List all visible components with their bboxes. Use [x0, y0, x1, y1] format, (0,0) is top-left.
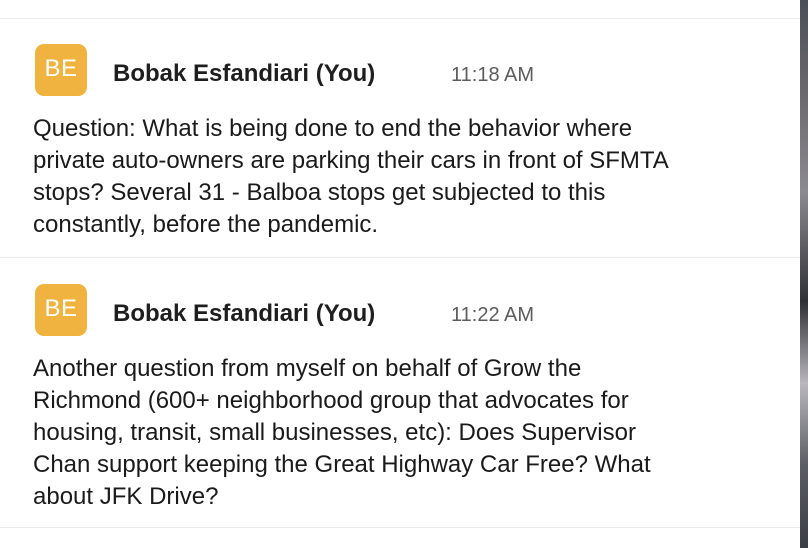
message-line: stops? Several 31 - Balboa stops get sub… [33, 179, 606, 206]
message-line: about JFK Drive? [33, 483, 219, 510]
message-divider [0, 257, 800, 258]
message-line: Chan support keeping the Great Highway C… [33, 451, 651, 478]
message-line: Richmond (600+ neighborhood group that a… [33, 387, 629, 414]
message-timestamp: 11:22 AM [451, 304, 535, 326]
message-text: Another question from myself on behalf o… [33, 353, 773, 513]
message-divider [0, 18, 800, 19]
message-line: Question: What is being done to end the … [33, 115, 633, 142]
avatar: BE [35, 44, 87, 96]
message-text: Question: What is being done to end the … [33, 113, 773, 241]
message-line: constantly, before the pandemic. [33, 211, 379, 238]
message-line: private auto-owners are parking their ca… [33, 147, 669, 174]
sender-name: Bobak Esfandiari (You) [113, 60, 376, 87]
avatar: BE [35, 284, 87, 336]
sender-name: Bobak Esfandiari (You) [113, 300, 376, 327]
message-line: housing, transit, small businesses, etc)… [33, 419, 636, 446]
message-line: Another question from myself on behalf o… [33, 355, 582, 382]
chat-panel: BE Bobak Esfandiari (You) 11:18 AM Quest… [0, 0, 800, 548]
message-divider [0, 527, 800, 528]
window-edge [800, 0, 808, 548]
message-timestamp: 11:18 AM [451, 64, 535, 86]
